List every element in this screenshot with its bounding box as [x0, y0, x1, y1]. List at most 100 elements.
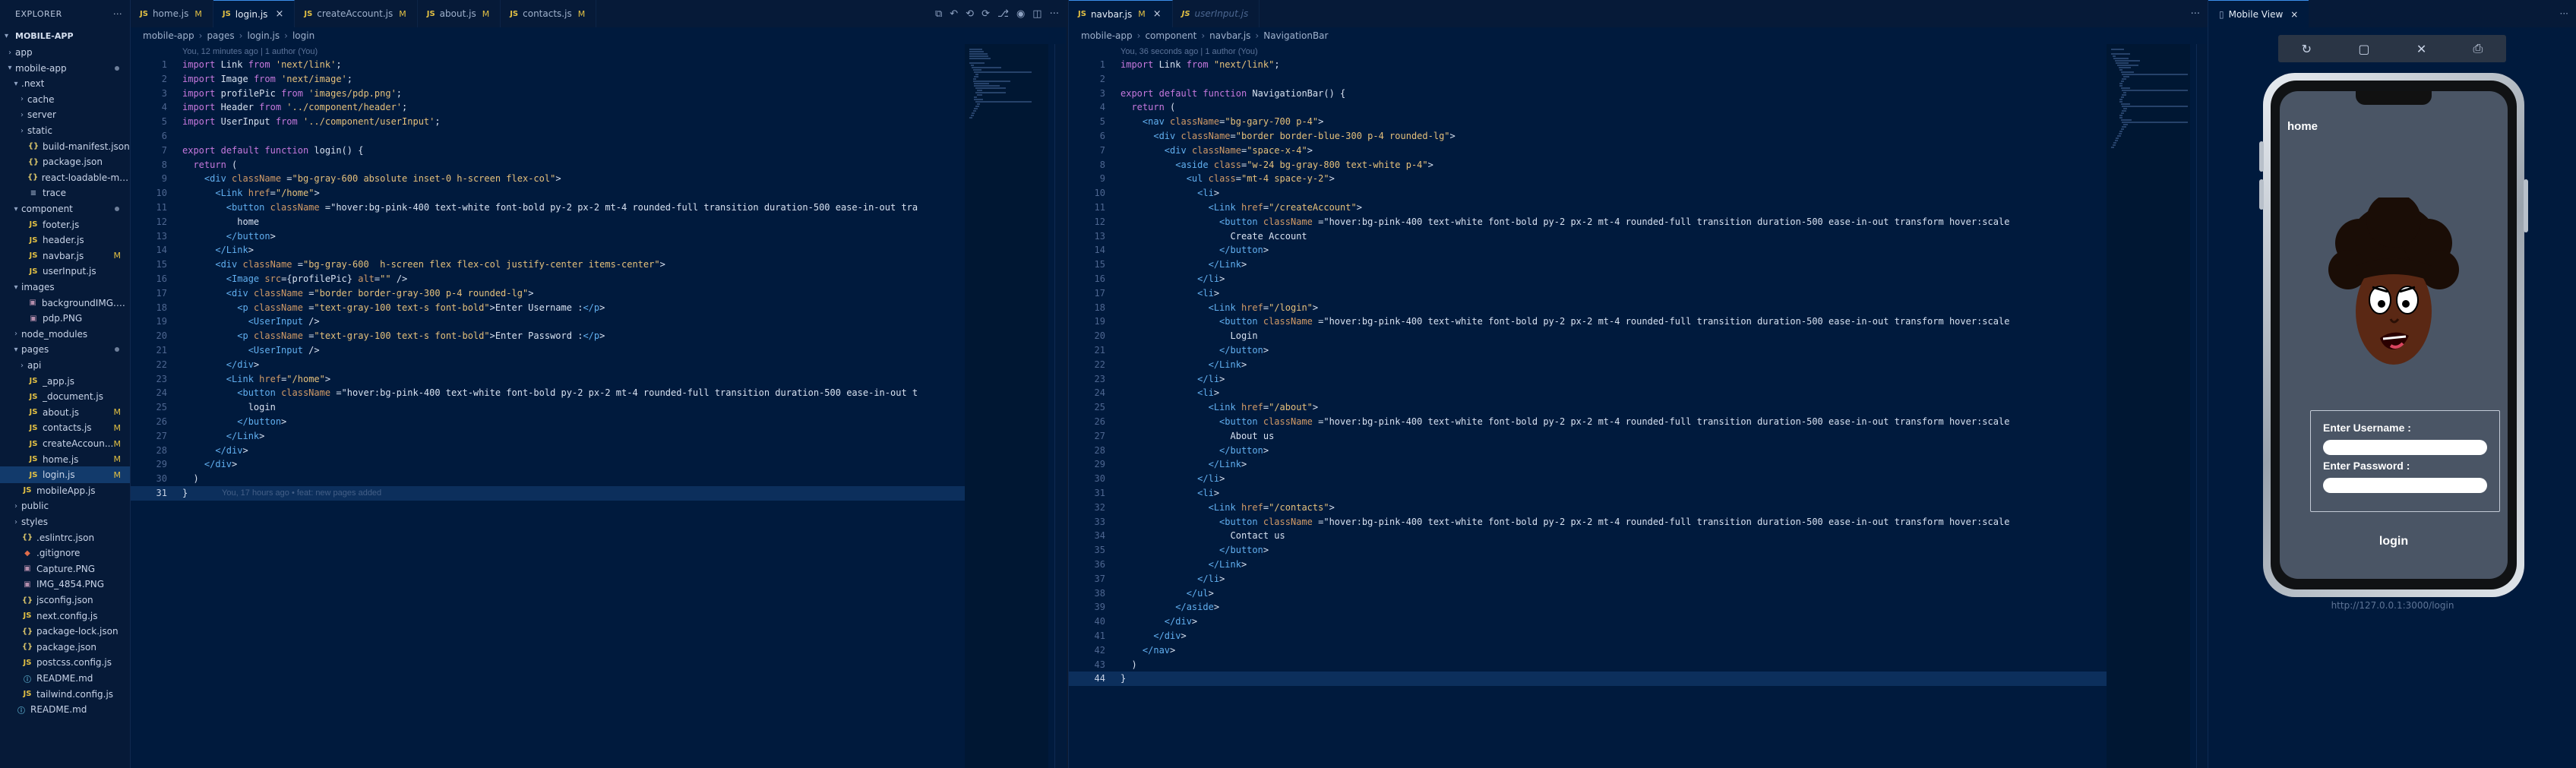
tree-file[interactable]: ◆ .gitignore — [0, 545, 130, 561]
tree-file[interactable]: ⓘ README.md — [0, 670, 130, 687]
tree-file[interactable]: {} package.json — [0, 153, 130, 170]
code-line[interactable]: 5 import UserInput from '../component/use… — [131, 115, 965, 129]
tree-file[interactable]: ▣ Capture.PNG — [0, 561, 130, 577]
tree-file[interactable]: JS mobileApp.js — [0, 482, 130, 499]
code-line[interactable]: 19 <button className ="hover:bg-pink-400… — [1069, 314, 2107, 329]
tree-file[interactable]: ⓘ README.md — [0, 701, 130, 718]
timeline-back-icon[interactable]: ↶ — [950, 8, 958, 20]
breadcrumb-item[interactable]: navbar.js — [1209, 30, 1250, 41]
close-icon[interactable]: × — [1153, 8, 1162, 20]
code-line[interactable]: 7 <div className="space-x-4"> — [1069, 144, 2107, 158]
tree-file[interactable]: JS tailwind.config.js — [0, 686, 130, 703]
tab-createAccount-js[interactable]: JS createAccount.js M — [295, 0, 418, 27]
code-line[interactable]: 14 </Link> — [131, 243, 965, 258]
code-line[interactable]: 2 import Image from 'next/image'; — [131, 72, 965, 87]
reload-icon[interactable]: ↻ — [2302, 42, 2312, 56]
rotate-icon[interactable]: ▢ — [2358, 42, 2369, 56]
code-line[interactable]: 25 <Link href="/about"> — [1069, 400, 2107, 415]
code-line[interactable]: 1 import Link from 'next/link'; — [131, 58, 965, 72]
code-line[interactable]: 15 </Link> — [1069, 258, 2107, 272]
code-line[interactable]: 8 return ( — [131, 158, 965, 172]
code-line[interactable]: 19 <UserInput /> — [131, 314, 965, 329]
close-device-icon[interactable]: ✕ — [2416, 42, 2426, 56]
close-icon[interactable]: × — [275, 8, 283, 20]
code-line[interactable]: 18 <Link href="/login"> — [1069, 301, 2107, 315]
code-line[interactable]: 28 </button> — [1069, 444, 2107, 458]
tree-file[interactable]: JS _app.js — [0, 373, 130, 390]
code-line[interactable]: 39 </aside> — [1069, 600, 2107, 615]
tree-file[interactable]: ▣ pdp.PNG — [0, 310, 130, 327]
tree-file[interactable]: JS userInput.js — [0, 263, 130, 280]
tree-file[interactable]: JS createAccoun... M — [0, 435, 130, 452]
breadcrumb-item[interactable]: pages — [207, 30, 234, 41]
codelens-annotation[interactable]: You, 36 seconds ago | 1 author (You) — [1120, 46, 1258, 58]
tab-contacts-js[interactable]: JS contacts.js M — [501, 0, 597, 27]
minimap[interactable] — [2107, 44, 2190, 768]
code-line[interactable]: 13 </button> — [131, 229, 965, 244]
login-button[interactable]: login — [2280, 535, 2508, 548]
more-actions-icon[interactable]: ··· — [1050, 8, 1059, 20]
tree-file[interactable]: JS next.config.js — [0, 608, 130, 624]
code-line[interactable]: 26 <button className ="hover:bg-pink-400… — [1069, 415, 2107, 429]
tree-file[interactable]: JS _document.js — [0, 388, 130, 405]
tab-navbar-js[interactable]: JS navbar.js M × — [1069, 0, 1173, 27]
code-line[interactable]: 36 </Link> — [1069, 558, 2107, 572]
code-line[interactable]: 30 </li> — [1069, 472, 2107, 486]
code-editor[interactable]: You, 12 minutes ago | 1 author (You) 1 imp… — [131, 44, 1067, 768]
tree-folder[interactable]: ▾ images — [0, 279, 130, 296]
code-line[interactable]: 6 <div className="border border-blue-300… — [1069, 129, 2107, 144]
code-line[interactable]: 10 <li> — [1069, 186, 2107, 201]
code-line[interactable]: 13 Create Account — [1069, 229, 2107, 244]
code-line[interactable]: 32 <Link href="/contacts"> — [1069, 501, 2107, 515]
code-line[interactable]: 23 </li> — [1069, 372, 2107, 387]
tree-file[interactable]: {} build-manifest.json — [0, 138, 130, 155]
code-line[interactable]: 38 </ul> — [1069, 586, 2107, 601]
screenshot-icon[interactable]: ⎙ — [2473, 41, 2483, 56]
tree-folder[interactable]: ▾ component — [0, 201, 130, 217]
code-line[interactable]: 25 login — [131, 400, 965, 415]
breadcrumb-item[interactable]: mobile-app — [143, 30, 194, 41]
code-line[interactable]: 12 home — [131, 215, 965, 229]
tree-file[interactable]: ▣ IMG_4854.PNG — [0, 576, 130, 593]
code-line[interactable]: 29 </div> — [131, 457, 965, 472]
more-actions-icon[interactable]: ··· — [2560, 8, 2568, 19]
code-line[interactable]: 9 <div className ="bg-gray-600 absolute … — [131, 172, 965, 186]
explorer-root-folder[interactable]: ▾ MOBILE-APP — [0, 27, 130, 44]
tree-folder[interactable]: › node_modules — [0, 326, 130, 343]
code-line[interactable]: 42 </nav> — [1069, 643, 2107, 658]
vertical-scrollbar[interactable] — [1054, 44, 1065, 768]
code-line[interactable]: 5 <nav className="bg-gary-700 p-4"> — [1069, 115, 2107, 129]
code-line[interactable]: 21 </button> — [1069, 343, 2107, 358]
tree-file[interactable]: ≡ trace — [0, 185, 130, 201]
code-line[interactable]: 12 <button className ="hover:bg-pink-400… — [1069, 215, 2107, 229]
code-line[interactable]: 8 <aside class="w-24 bg-gray-800 text-wh… — [1069, 158, 2107, 172]
breadcrumb-item[interactable]: login — [292, 30, 314, 41]
tree-file[interactable]: {} package.json — [0, 639, 130, 656]
code-line[interactable]: 15 <div className ="bg-gray-600 h-screen… — [131, 258, 965, 272]
code-line[interactable]: 40 </div> — [1069, 615, 2107, 629]
tree-file[interactable]: JS about.js M — [0, 404, 130, 421]
tree-file[interactable]: JS login.js M — [0, 466, 130, 484]
code-line[interactable]: 17 <div className ="border border-gray-3… — [131, 286, 965, 301]
code-line[interactable]: 37 </li> — [1069, 572, 2107, 586]
breadcrumb-item[interactable]: NavigationBar — [1263, 30, 1328, 41]
vertical-scrollbar[interactable] — [2196, 44, 2207, 768]
code-line[interactable]: 11 <button className ="hover:bg-pink-400… — [131, 201, 965, 215]
code-line[interactable]: 41 </div> — [1069, 629, 2107, 643]
code-line[interactable]: 21 <UserInput /> — [131, 343, 965, 358]
tree-file[interactable]: JS postcss.config.js — [0, 654, 130, 671]
tree-file[interactable]: JS footer.js — [0, 216, 130, 233]
tree-file[interactable]: JS contacts.js M — [0, 419, 130, 436]
tree-folder[interactable]: › static — [0, 122, 130, 139]
more-actions-icon[interactable]: ··· — [113, 9, 122, 19]
minimap[interactable] — [965, 44, 1048, 768]
code-line[interactable]: 20 Login — [1069, 329, 2107, 343]
tab-about-js[interactable]: JS about.js M — [418, 0, 501, 27]
code-line[interactable]: 3 import profilePic from 'images/pdp.png'… — [131, 87, 965, 101]
split-editor-icon[interactable]: ◫ — [1032, 8, 1041, 20]
code-line[interactable]: 14 </button> — [1069, 243, 2107, 258]
breadcrumb-item[interactable]: mobile-app — [1081, 30, 1133, 41]
tree-file[interactable]: ▣ backgroundIMG.png — [0, 295, 130, 311]
tree-file[interactable]: {} jsconfig.json — [0, 592, 130, 608]
code-line[interactable]: 16 <Image src={profilePic} alt="" /> — [131, 272, 965, 286]
